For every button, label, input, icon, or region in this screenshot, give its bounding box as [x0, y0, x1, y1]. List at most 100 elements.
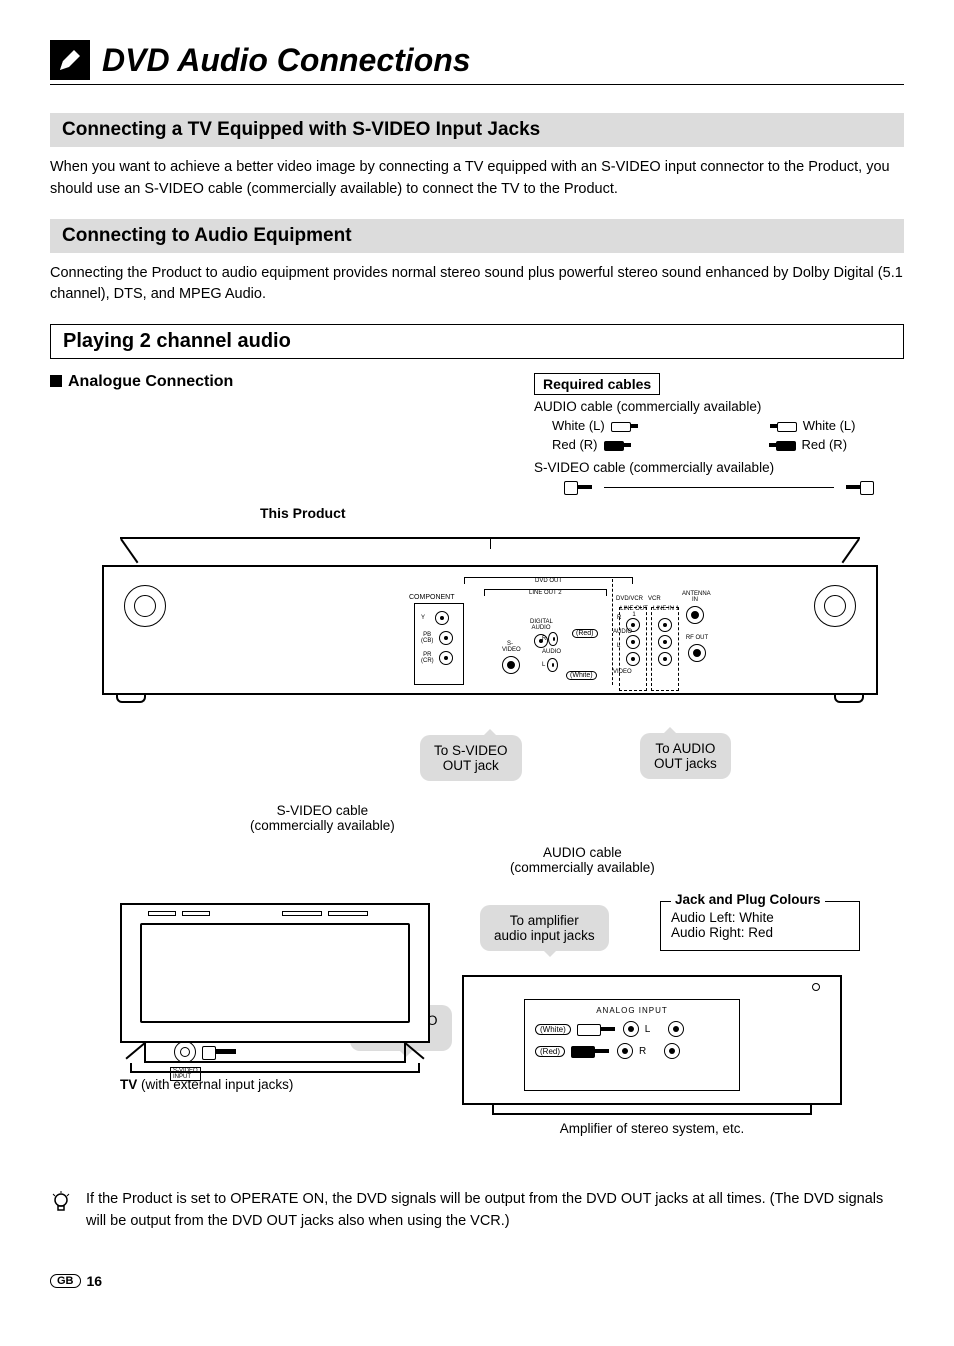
svideo-jack-icon: [502, 656, 520, 674]
cable-red-left: Red (R): [542, 437, 632, 452]
lightbulb-icon: [50, 1189, 72, 1233]
linein1-label: LINE IN 1: [650, 606, 682, 612]
rf-out-block: RF OUT: [684, 635, 710, 665]
jack-colours-right: Audio Right: Red: [671, 925, 849, 940]
jack-icon: [548, 632, 558, 646]
vcr-label: VCR: [648, 596, 661, 602]
screw-icon: [814, 585, 856, 627]
required-label: Required cables: [534, 373, 660, 395]
callout-amp-in-text: To amplifier audio input jacks: [494, 913, 595, 943]
footer-page-number: 16: [87, 1273, 103, 1289]
jack-icon: [617, 1043, 633, 1059]
page-footer: GB 16: [50, 1273, 904, 1289]
footer-region: GB: [50, 1274, 81, 1288]
analogue-row: Analogue Connection Required cables AUDI…: [50, 373, 904, 499]
rca-plug-icon: [577, 1024, 617, 1034]
red-tag: (Red): [572, 629, 598, 638]
tv-button-icon: [282, 911, 322, 916]
white-tag: (White): [566, 671, 597, 680]
jack-colours-left: Audio Left: White: [671, 910, 849, 925]
screw-icon: [124, 585, 166, 627]
callout-audio-out: To AUDIO OUT jacks: [640, 733, 731, 779]
required-cables-block: Required cables AUDIO cable (commerciall…: [534, 373, 904, 499]
cable-white-left: White (L): [542, 418, 639, 433]
jack-icon: [626, 635, 640, 649]
foot-icon: [834, 693, 864, 703]
svideo-plug-icon: [202, 1046, 238, 1058]
rca-plug-icon: [571, 1046, 611, 1056]
note-audio-cable: AUDIO cable (commercially available): [510, 845, 655, 875]
pr-label: PR (CR): [421, 652, 434, 664]
y-label: Y: [421, 615, 425, 621]
pencil-icon: [50, 40, 90, 80]
audio-out-block: R AUDIO L: [536, 625, 564, 685]
tv-button-icon: [182, 911, 210, 916]
jack-icon: [658, 618, 672, 632]
plug-white-l-label: White (L): [552, 418, 605, 433]
tv-diagram: S-VIDEO INPUT TV (with external input ja…: [120, 903, 430, 1123]
play2ch-title: Playing 2 channel audio: [50, 324, 904, 359]
audio-label: AUDIO: [542, 649, 561, 655]
tv-svideo-jack-icon: [174, 1041, 196, 1063]
component-jack-block: COMPONENT Y PB (CB) PR (CR): [414, 603, 464, 685]
svideo-out-block: S-VIDEO: [496, 637, 524, 685]
jack-icon: [623, 1021, 639, 1037]
amp-white-tag: (White): [535, 1024, 571, 1035]
jack-colours-box: Jack and Plug Colours Audio Left: White …: [660, 901, 860, 951]
svideo-plug-icon: [844, 481, 874, 493]
amp-l-label: L: [645, 1024, 651, 1035]
amp-caption: Amplifier of stereo system, etc.: [462, 1121, 842, 1136]
line-out-2-label: LINE OUT 2: [484, 589, 607, 596]
cable-wire-icon: [604, 487, 834, 488]
audio-mini-label: AUDIO: [613, 629, 632, 635]
page-title: DVD Audio Connections: [102, 42, 471, 79]
tv-button-icon: [148, 911, 176, 916]
rca-plug-icon: [604, 440, 632, 450]
dvdvcr-block: DVD/VCR LINE OUT 1 VCR LINE IN 1 R AUDIO…: [612, 579, 732, 685]
jack-icon: [439, 651, 453, 665]
tip-text: If the Product is set to OPERATE ON, the…: [86, 1189, 904, 1233]
amp-analog-input-label: ANALOG INPUT: [535, 1006, 729, 1015]
antenna-in-label: ANTENNA IN: [682, 591, 708, 603]
plug-red-l-label: Red (R): [552, 437, 598, 452]
product-label: This Product: [260, 505, 346, 521]
rca-plug-icon: [768, 440, 796, 450]
jack-icon: [626, 652, 640, 666]
svideo-plug-icon: [564, 481, 594, 493]
tv-caption-bold: TV: [120, 1077, 137, 1092]
amplifier-diagram: ANALOG INPUT (White) L (Red) R Ampli: [462, 975, 842, 1136]
tv-caption: TV (with external input jacks): [120, 1077, 430, 1092]
section-svideo-body: When you want to achieve a better video …: [50, 157, 904, 201]
tv-svideo-input-label: S-VIDEO INPUT: [170, 1067, 201, 1081]
section-audioeq-title: Connecting to Audio Equipment: [50, 219, 904, 253]
callout-svideo-out: To S-VIDEO OUT jack: [420, 735, 522, 781]
section-audioeq-body: Connecting the Product to audio equipmen…: [50, 263, 904, 307]
jack-icon: [547, 658, 558, 672]
callout-amp-in: To amplifier audio input jacks: [480, 905, 609, 951]
tv-screen-icon: [140, 923, 410, 1023]
section-svideo-title: Connecting a TV Equipped with S-VIDEO In…: [50, 113, 904, 147]
r-mini-label: R: [617, 615, 621, 621]
square-bullet-icon: [50, 375, 62, 387]
plug-white-r-label: White (L): [803, 418, 856, 433]
plug-red-r-label: Red (R): [802, 437, 848, 452]
l-mini-label: L: [617, 643, 620, 649]
analogue-heading: Analogue Connection: [50, 373, 233, 391]
analogue-heading-text: Analogue Connection: [68, 373, 233, 390]
audio-cable-label: AUDIO cable (commercially available): [534, 399, 904, 414]
jack-icon: [664, 1043, 680, 1059]
jack-icon: [439, 631, 453, 645]
rca-plug-icon: [769, 421, 797, 431]
video-mini-label: VIDEO: [613, 669, 632, 675]
connection-diagram: This Product DVD OUT LINE OUT 2 COMPONEN…: [50, 505, 904, 1165]
pb-label: PB (CB): [421, 632, 433, 644]
rca-plug-icon: [611, 421, 639, 431]
jack-icon: [668, 1021, 684, 1037]
amp-red-tag: (Red): [535, 1046, 565, 1057]
jack-icon: [435, 611, 449, 625]
amp-r-label: R: [639, 1046, 646, 1057]
amp-indicator-icon: [812, 983, 820, 991]
coax-jack-icon: [688, 644, 706, 662]
jack-icon: [658, 652, 672, 666]
title-row: DVD Audio Connections: [50, 40, 904, 85]
